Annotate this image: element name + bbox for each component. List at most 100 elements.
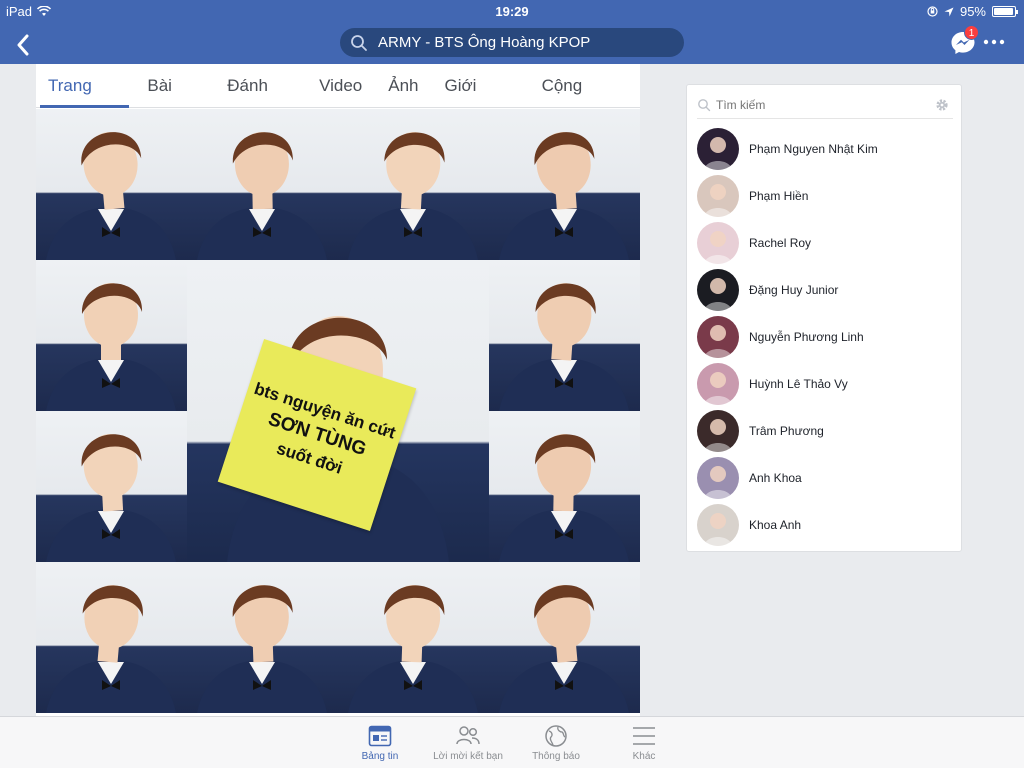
more-dots-icon [983,39,1005,45]
bottom-tab-label: Khác [632,751,656,762]
cover-photo-tile [36,411,187,562]
portrait-figure [499,585,629,713]
battery-fill [994,8,1013,15]
cover-photo-tile [187,109,338,260]
bottom-tab-more[interactable]: Khác [604,723,684,762]
page-main-column: Trang chủ Bài viết Đánh giá Video Ảnh Gi… [36,64,640,716]
contacts-search-input[interactable] [716,97,926,112]
avatar-image [697,174,739,217]
orientation-lock-icon [927,6,938,17]
contact-item[interactable]: Huỳnh Lê Thảo Vy [697,360,953,407]
cover-photo-tile [338,562,489,713]
cover-photo-tile [36,562,187,713]
cover-photo-tile [36,109,187,260]
bottom-tab-label: Bảng tin [361,751,399,762]
status-right: 95% [927,4,1018,19]
notifications-globe-icon [545,725,567,747]
contact-item[interactable]: Phạm Hiền [697,172,953,219]
avatar [697,362,739,405]
search-icon [698,98,711,111]
cover-photo-tile [489,260,640,411]
chevron-left-icon [17,34,29,56]
avatar-image [697,503,739,546]
tab-posts[interactable]: Bài viết [139,64,209,139]
contact-name: Trâm Phương [749,423,824,438]
avatar [697,409,739,452]
tab-reviews[interactable]: Đánh giá [219,64,301,139]
contact-name: Phạm Nguyen Nhật Kim [749,141,878,156]
cover-photo-tile [338,109,489,260]
cover-photo-tile [36,260,187,411]
contact-item[interactable]: Đặng Huy Junior [697,266,953,313]
portrait-figure [46,434,176,562]
tab-photos[interactable]: Ảnh [380,64,426,107]
tab-videos[interactable]: Video [311,64,370,107]
avatar-image [697,268,739,311]
bottom-tab-notifications[interactable]: Thông báo [516,723,596,762]
search-text: ARMY - BTS Ông Hoàng KPOP [378,34,591,51]
avatar [697,127,739,170]
battery-icon [992,6,1018,17]
friend-requests-icon [456,726,480,745]
bottom-tab-news-feed[interactable]: Bảng tin [340,723,420,762]
avatar [697,268,739,311]
bottom-tab-friend-requests[interactable]: Lời mời kết bạn [428,723,508,762]
tab-about[interactable]: Giới thiệu [437,64,524,139]
contact-item[interactable]: Nguyễn Phương Linh [697,313,953,360]
cover-photo-grid[interactable]: bts nguyện ăn cứt SƠN TÙNG suốt đời [36,109,640,713]
status-bar: iPad 19:29 95% [0,0,1024,22]
avatar [697,503,739,546]
contact-name: Đặng Huy Junior [749,282,839,297]
portrait-figure [348,132,478,260]
messenger-badge: 1 [964,25,979,40]
search-icon [351,34,367,51]
bottom-tab-bar: Bảng tin Lời mời kết bạn Thông báo Khác [0,716,1024,768]
status-time: 19:29 [495,4,529,19]
avatar-image [697,221,739,264]
portrait-figure [197,585,327,713]
contact-item[interactable]: Anh Khoa [697,454,953,501]
cover-photo-tile [489,562,640,713]
avatar [697,315,739,358]
contact-item[interactable]: Trâm Phương [697,407,953,454]
cover-photo-tile [187,562,338,713]
avatar [697,456,739,499]
portrait-figure [46,585,176,713]
contacts-list: Phạm Nguyen Nhật Kim Phạm Hiền Rachel Roy Đ… [697,125,953,548]
search-bar[interactable]: ARMY - BTS Ông Hoàng KPOP [340,28,684,57]
menu-icon [633,727,655,745]
cover-photo-tile [489,109,640,260]
avatar [697,174,739,217]
contact-name: Anh Khoa [749,470,802,485]
contacts-search[interactable] [697,91,953,119]
portrait-figure [46,283,176,411]
avatar [697,221,739,264]
portrait-figure [197,132,327,260]
avatar-image [697,127,739,170]
tab-home[interactable]: Trang chủ [40,64,130,139]
nav-bar: ARMY - BTS Ông Hoàng KPOP 1 [0,22,1024,64]
avatar-image [697,362,739,405]
bottom-tab-label: Thông báo [532,751,580,762]
gear-icon[interactable] [935,98,949,112]
contact-item[interactable]: Phạm Nguyen Nhật Kim [697,125,953,172]
contact-item[interactable]: Rachel Roy [697,219,953,266]
bottom-tab-label: Lời mời kết bạn [433,751,503,762]
contact-name: Nguyễn Phương Linh [749,329,864,344]
contact-name: Rachel Roy [749,235,812,250]
avatar-image [697,409,739,452]
back-button[interactable] [12,28,40,58]
tab-community[interactable]: Cộng đồng [534,64,630,139]
portrait-figure [348,585,478,713]
news-feed-icon [368,725,392,747]
more-options-button[interactable] [982,30,1006,54]
contact-item[interactable]: Khoa Anh [697,501,953,548]
contact-name: Khoa Anh [749,517,802,532]
contact-name: Phạm Hiền [749,188,809,203]
portrait-figure [499,434,629,562]
portrait-figure [499,283,629,411]
portrait-figure [499,132,629,260]
avatar-image [697,456,739,499]
contacts-card: Phạm Nguyen Nhật Kim Phạm Hiền Rachel Roy Đ… [686,84,962,552]
cover-photo-center[interactable]: bts nguyện ăn cứt SƠN TÙNG suốt đời [187,260,489,562]
